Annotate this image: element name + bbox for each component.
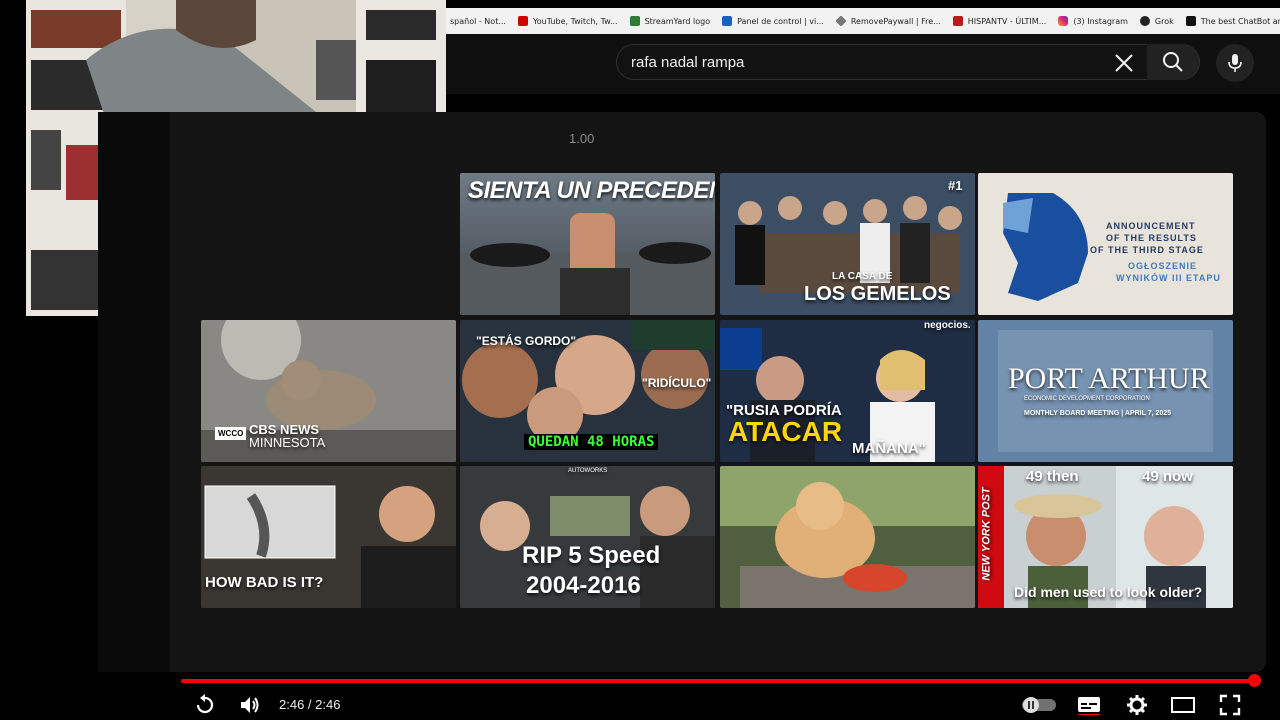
dashboard-icon [722, 16, 733, 26]
thumbnail-title: OF THE THIRD STAGE [1090, 245, 1204, 255]
bookmark-streamyard[interactable]: StreamYard logo [629, 16, 711, 26]
thumbnail-art [720, 466, 975, 608]
playback-speed-label: 1.00 [569, 131, 595, 146]
thumbnail-counter: QUEDAN 48 HORAS [524, 434, 659, 450]
bookmark-label: RemovePaywall | Fre... [850, 16, 941, 26]
bookmark-label: The best ChatBot an... [1200, 16, 1280, 26]
thumbnail-title: Did men used to look older? [1014, 584, 1203, 600]
thumbnail-title: 2004-2016 [526, 572, 641, 599]
streamyard-icon [629, 16, 640, 26]
video-thumbnail[interactable]: ANNOUNCEMENT OF THE RESULTS OF THE THIRD… [978, 173, 1233, 315]
bookmark-youtube[interactable]: YouTube, Twitch, Tw... [517, 16, 618, 26]
bookmark-chatbot[interactable]: The best ChatBot an... [1185, 16, 1280, 26]
chatbot-icon [1185, 16, 1196, 26]
thumbnail-art [201, 320, 456, 462]
search-box [616, 44, 1200, 80]
search-icon [1163, 52, 1183, 72]
thumbnail-subtitle: OGŁOSZENIE [1128, 261, 1198, 271]
thumbnail-subtitle: WYNIKÓW III ETAPU [1116, 273, 1221, 283]
subtitles-icon [1078, 697, 1100, 715]
clear-search-button[interactable] [1111, 50, 1137, 76]
thumbnail-title: 49 then [1026, 468, 1079, 485]
volume-button[interactable] [237, 692, 263, 718]
thumbnail-title: HOW BAD IS IT? [205, 574, 324, 591]
thumbnail-quote: "ESTÁS GORDO" [476, 334, 577, 348]
progress-bar[interactable] [181, 679, 1254, 683]
bookmark-removepaywall[interactable]: RemovePaywall | Fre... [835, 15, 941, 27]
video-thumbnail[interactable]: LA CASA DE LOS GEMELOS #1 [720, 173, 975, 315]
gear-icon [1127, 695, 1147, 715]
video-thumbnail[interactable]: RIP 5 Speed 2004-2016 AUTOWORKS [460, 466, 715, 608]
instagram-icon [1058, 16, 1069, 26]
thumbnail-title: MINNESOTA [249, 435, 326, 450]
bookmark-instagram[interactable]: (3) Instagram [1058, 16, 1128, 26]
thumbnail-title: RIP 5 Speed [522, 542, 661, 569]
bookmark-label: Grok [1154, 16, 1174, 26]
hispantv-icon [952, 16, 963, 26]
grok-icon [1139, 16, 1150, 26]
bookmark-label: (3) Instagram [1073, 16, 1128, 26]
bookmark-panel-control[interactable]: Panel de control | vi... [722, 16, 824, 26]
video-thumbnail[interactable]: 49 then 49 now NEW YORK POST Did men use… [978, 466, 1233, 608]
video-thumbnail[interactable] [720, 466, 975, 608]
thumbnail-title: 49 now [1142, 468, 1193, 485]
thumbnail-title: MAÑANA" [852, 440, 926, 457]
fullscreen-icon [1219, 694, 1241, 716]
thumbnail-title: PORT ARTHUR [1008, 362, 1210, 395]
thumbnail-subtitle: MONTHLY BOARD MEETING | APRIL 7, 2025 [1024, 410, 1172, 417]
bookmark-grok[interactable]: Grok [1139, 16, 1174, 26]
progress-scrubber[interactable] [1248, 674, 1261, 687]
thumbnail-art [1003, 193, 1088, 301]
bookmark-label: HISPANTV - ÚLTIM... [967, 16, 1047, 26]
bookmark-label: YouTube, Twitch, Tw... [532, 16, 618, 26]
bookmark-hispantv[interactable]: HISPANTV - ÚLTIM... [952, 16, 1047, 26]
video-thumbnail[interactable]: SIENTA UN PRECEDENTE [460, 173, 715, 315]
video-thumbnail[interactable]: PORT ARTHUR ECONOMIC DEVELOPMENT CORPORA… [978, 320, 1233, 462]
thumbnail-quote: "RIDÍCULO" [642, 376, 712, 390]
thumbnail-subtitle: ECONOMIC DEVELOPMENT CORPORATION [1024, 396, 1150, 402]
theater-icon [1171, 697, 1195, 713]
thumbnail-logo: NEW YORK POST [980, 487, 993, 581]
search-header [446, 34, 1280, 94]
video-thumbnail[interactable]: WCCO CBS NEWS MINNESOTA [201, 320, 456, 462]
autoplay-toggle-icon [1022, 697, 1056, 713]
bookmark-label: Panel de control | vi... [737, 16, 824, 26]
time-display: 2:46 / 2:46 [279, 697, 341, 712]
thumbnail-title: LOS GEMELOS [804, 283, 951, 305]
thumbnail-badge: #1 [948, 178, 963, 193]
theater-mode-button[interactable] [1170, 692, 1196, 718]
thumbnail-title: LA CASA DE [832, 271, 893, 282]
video-thumbnail[interactable]: negocios. "RUSIA PODRÍA ATACAR MAÑANA" [720, 320, 975, 462]
search-input[interactable] [631, 45, 1091, 79]
diamond-icon [835, 15, 847, 27]
fullscreen-button[interactable] [1217, 692, 1243, 718]
voice-search-button[interactable] [1216, 44, 1254, 82]
bookmarks-bar: spañol - Not... YouTube, Twitch, Tw... S… [446, 8, 1280, 34]
bookmark-notion[interactable]: spañol - Not... [450, 17, 506, 26]
thumbnail-channel: AUTOWORKS [568, 468, 608, 474]
thumbnail-title: OF THE RESULTS [1106, 233, 1197, 243]
thumbnail-logo: WCCO [215, 427, 247, 440]
video-thumbnail[interactable]: HOW BAD IS IT? [201, 466, 456, 608]
bookmark-label: StreamYard logo [644, 16, 711, 26]
autoplay-toggle[interactable] [1022, 696, 1056, 714]
thumbnail-channel: negocios. [924, 320, 971, 331]
thumbnail-title: SIENTA UN PRECEDENTE [468, 177, 715, 204]
bookmark-label: spañol - Not... [450, 16, 506, 26]
search-button[interactable] [1147, 44, 1199, 80]
microphone-icon [1228, 54, 1242, 72]
thumbnail-title: ANNOUNCEMENT [1106, 221, 1196, 231]
youtube-icon [517, 16, 528, 26]
close-icon [1115, 54, 1133, 72]
replay-button[interactable] [192, 692, 218, 718]
settings-button[interactable] [1124, 692, 1150, 718]
replay-icon [196, 694, 214, 714]
video-thumbnail[interactable]: "ESTÁS GORDO" "RIDÍCULO" QUEDAN 48 HORAS [460, 320, 715, 462]
thumbnail-title: ATACAR [728, 416, 843, 447]
subtitles-button[interactable] [1076, 692, 1102, 718]
player-side-shadow [98, 112, 170, 672]
volume-icon [241, 697, 259, 713]
